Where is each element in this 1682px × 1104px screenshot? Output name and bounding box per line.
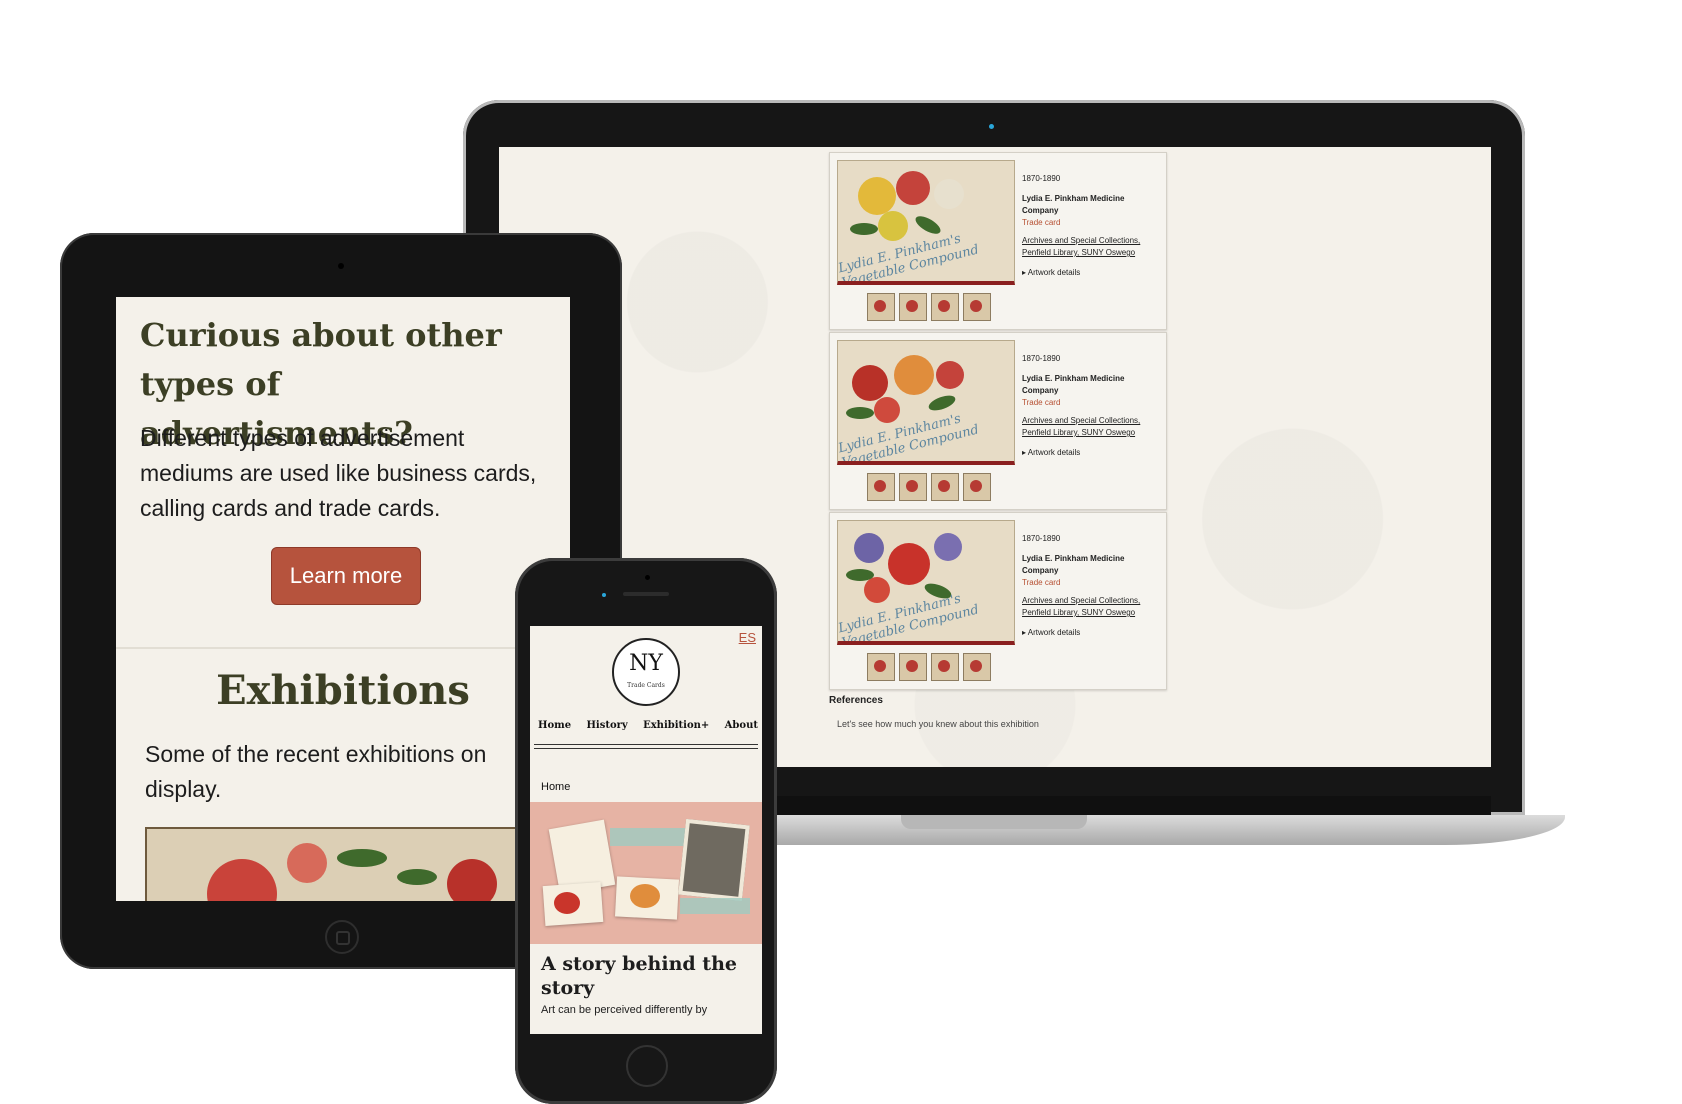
tablet-screen: Curious about other types of advertismen… xyxy=(116,297,570,901)
story-hero-image xyxy=(530,802,762,944)
artwork-details-toggle[interactable]: Artwork details xyxy=(1022,627,1162,639)
artwork-image[interactable]: Lydia E. Pinkham's Vegetable Compound xyxy=(837,340,1015,465)
artwork-type: Trade card xyxy=(1022,398,1061,407)
thumbnail[interactable] xyxy=(931,473,959,501)
artwork-maker: Lydia E. Pinkham Medicine Company xyxy=(1022,194,1125,215)
artwork-image[interactable]: Lydia E. Pinkham's Vegetable Compound xyxy=(837,520,1015,645)
breadcrumb[interactable]: Home xyxy=(541,781,570,793)
nav-home[interactable]: Home xyxy=(538,720,571,731)
laptop-notch xyxy=(901,815,1087,829)
tablet-camera xyxy=(338,263,344,269)
story-body: Art can be perceived differently by xyxy=(541,1004,708,1016)
thumbnail[interactable] xyxy=(963,473,991,501)
artwork-type: Trade card xyxy=(1022,218,1061,227)
thumbnail[interactable] xyxy=(899,653,927,681)
thumbnail[interactable] xyxy=(931,293,959,321)
thumbnail[interactable] xyxy=(867,473,895,501)
artwork-thumbnails xyxy=(867,653,991,681)
exhibitions-body: Some of the recent exhibitions on displa… xyxy=(145,741,487,802)
nav-exhibition[interactable]: Exhibition+ xyxy=(643,720,709,731)
thumbnail[interactable] xyxy=(931,653,959,681)
language-toggle[interactable]: ES xyxy=(739,630,756,645)
logo-subtext: Trade Cards xyxy=(627,682,665,689)
references-text: Let's see how much you knew about this e… xyxy=(837,719,1039,729)
artwork-image[interactable]: Lydia E. Pinkham's Vegetable Compound xyxy=(837,160,1015,285)
artwork-maker: Lydia E. Pinkham Medicine Company xyxy=(1022,554,1125,575)
artwork-maker: Lydia E. Pinkham Medicine Company xyxy=(1022,374,1125,395)
tablet-home-button[interactable] xyxy=(325,920,359,954)
thumbnail[interactable] xyxy=(867,653,895,681)
exhibition-image[interactable] xyxy=(145,827,570,901)
phone-home-button[interactable] xyxy=(626,1045,668,1087)
thumbnail[interactable] xyxy=(867,293,895,321)
phone-screen: ES NY Trade Cards Home History Exhibitio… xyxy=(530,626,762,1034)
story-title: A story behind the story xyxy=(541,953,737,999)
logo-text: NY xyxy=(629,651,663,676)
phone-speaker xyxy=(623,592,669,596)
artwork-meta: 1870-1890 Lydia E. Pinkham Medicine Comp… xyxy=(1022,173,1162,279)
artwork-source-link[interactable]: Archives and Special Collections, Penfie… xyxy=(1022,595,1162,619)
exhibitions-heading: Exhibitions xyxy=(216,667,470,714)
main-nav: Home History Exhibition+ About xyxy=(538,720,758,731)
artwork-type: Trade card xyxy=(1022,578,1061,587)
learn-more-button[interactable]: Learn more xyxy=(271,547,421,605)
thumbnail[interactable] xyxy=(963,653,991,681)
artwork-card: Lydia E. Pinkham's Vegetable Compound 18… xyxy=(829,512,1167,690)
artwork-details-toggle[interactable]: Artwork details xyxy=(1022,447,1162,459)
artwork-meta: 1870-1890 Lydia E. Pinkham Medicine Comp… xyxy=(1022,533,1162,639)
artwork-thumbnails xyxy=(867,293,991,321)
nav-history[interactable]: History xyxy=(586,720,627,731)
phone-device: ES NY Trade Cards Home History Exhibitio… xyxy=(515,558,777,1104)
laptop-camera xyxy=(989,124,994,129)
section-divider xyxy=(116,647,570,649)
artwork-meta: 1870-1890 Lydia E. Pinkham Medicine Comp… xyxy=(1022,353,1162,459)
ads-body: Different types of advertisement mediums… xyxy=(140,425,537,521)
references-heading: References xyxy=(829,695,883,706)
artwork-script: Lydia E. Pinkham's Vegetable Compound xyxy=(837,591,981,645)
nav-rule xyxy=(534,744,758,749)
phone-sensor xyxy=(645,575,650,580)
site-logo[interactable]: NY Trade Cards xyxy=(612,638,680,706)
thumbnail[interactable] xyxy=(899,473,927,501)
phone-camera xyxy=(602,593,606,597)
thumbnail[interactable] xyxy=(899,293,927,321)
artwork-date: 1870-1890 xyxy=(1022,534,1061,543)
artwork-card: Lydia E. Pinkham's Vegetable Compound 18… xyxy=(829,332,1167,510)
artwork-source-link[interactable]: Archives and Special Collections, Penfie… xyxy=(1022,415,1162,439)
artwork-source-link[interactable]: Archives and Special Collections, Penfie… xyxy=(1022,235,1162,259)
artwork-card: Lydia E. Pinkham's Vegetable Compound 18… xyxy=(829,152,1167,330)
artwork-date: 1870-1890 xyxy=(1022,354,1061,363)
nav-about[interactable]: About xyxy=(725,720,758,731)
artwork-thumbnails xyxy=(867,473,991,501)
portrait-photo xyxy=(678,818,750,902)
thumbnail[interactable] xyxy=(963,293,991,321)
artwork-date: 1870-1890 xyxy=(1022,174,1061,183)
artwork-details-toggle[interactable]: Artwork details xyxy=(1022,267,1162,279)
